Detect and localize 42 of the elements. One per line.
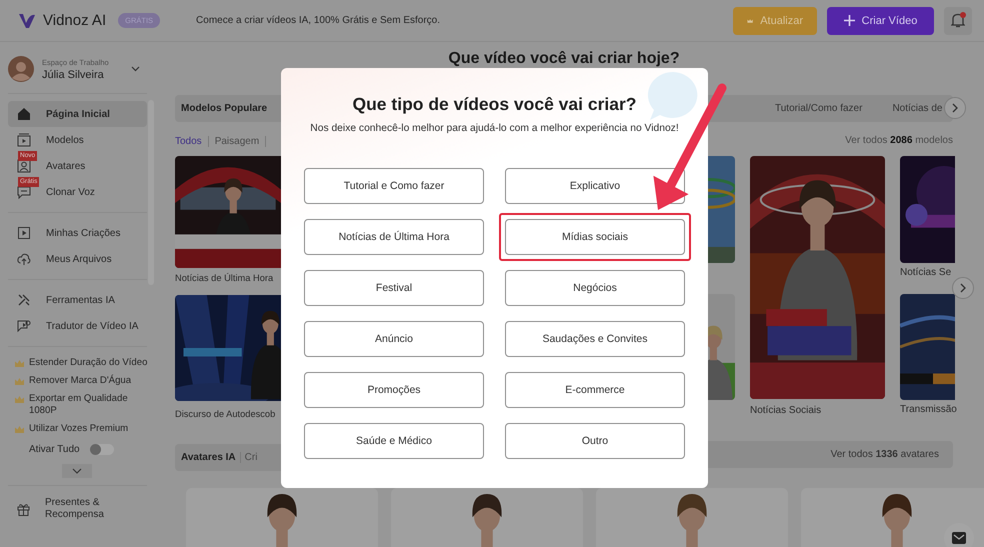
filter-tab[interactable]: Paisagem — [214, 136, 260, 146]
view-all-link[interactable]: Ver todos 1336 avatares — [830, 449, 939, 460]
category-tab[interactable]: Notícias de — [892, 103, 942, 114]
nav-label: Tradutor de Vídeo IA — [46, 320, 138, 332]
option-button[interactable]: Mídias sociais — [499, 213, 691, 261]
nav-label: Meus Arquivos — [46, 254, 112, 264]
rewards-link[interactable]: Presentes & Recompensa — [45, 497, 115, 521]
category-tab[interactable]: Tutorial/Como fazer — [775, 103, 862, 114]
nav-label: Minhas Criações — [46, 228, 120, 238]
template-caption[interactable]: Discurso de Autodescob — [175, 407, 281, 421]
user-name: Júlia Silveira — [42, 68, 105, 80]
nav-item[interactable]: Página Inicial — [8, 101, 147, 127]
filter-tab[interactable]: Todos — [175, 136, 202, 146]
tagline: Comece a criar vídeos IA, 100% Grátis e Sem Esforço. — [196, 15, 440, 26]
premium-feature: Exportar em Qualidade 1080P — [29, 393, 129, 417]
template-caption[interactable]: Notícias Se — [900, 266, 955, 280]
page-heading: Que vídeo você vai criar hoje? — [447, 49, 681, 68]
view-all-link[interactable]: Ver todos 2086 modelos — [708, 134, 953, 148]
nav-label: Página Inicial — [46, 108, 110, 120]
filter-tab[interactable]: Cri — [244, 452, 258, 463]
nav-item[interactable]: Minhas Criações — [8, 220, 147, 246]
premium-feature: Estender Duração do Vídeo — [29, 357, 148, 369]
section-title: Modelos Populare — [181, 103, 268, 114]
premium-feature: Utilizar Vozes Premium — [29, 423, 128, 435]
nav-item[interactable]: Tradutor de Vídeo IA — [8, 313, 147, 339]
nav-item[interactable]: Modelos — [8, 127, 147, 153]
toggle-label: Ativar Tudo — [29, 444, 80, 455]
logo-text: Vidnoz AI — [43, 12, 106, 29]
nav-label: Avatares — [46, 160, 86, 172]
create-video-button[interactable]: Criar Vídeo — [827, 6, 934, 34]
nav-label: Modelos — [46, 134, 84, 146]
premium-feature: Remover Marca D'Água — [29, 375, 132, 387]
nav-label: Ferramentas IA — [46, 294, 115, 306]
template-caption[interactable]: Notícias Sociais — [750, 404, 885, 418]
nav-item[interactable]: Ferramentas IA — [8, 287, 147, 313]
modal-title: Que tipo de vídeos você vai criar? — [352, 94, 638, 114]
modal-subtitle: Nos deixe conhecê-lo melhor para ajudá-lo com a melhor experiência no Vidnoz! — [309, 122, 680, 135]
template-caption[interactable]: Notícias de Última Hora — [175, 271, 281, 285]
nav-item[interactable]: Meus Arquivos — [8, 246, 147, 272]
section-title: Avatares IA — [181, 452, 236, 463]
template-caption[interactable]: Transmissão — [900, 403, 955, 417]
nav-label: Clonar Voz — [46, 186, 95, 198]
